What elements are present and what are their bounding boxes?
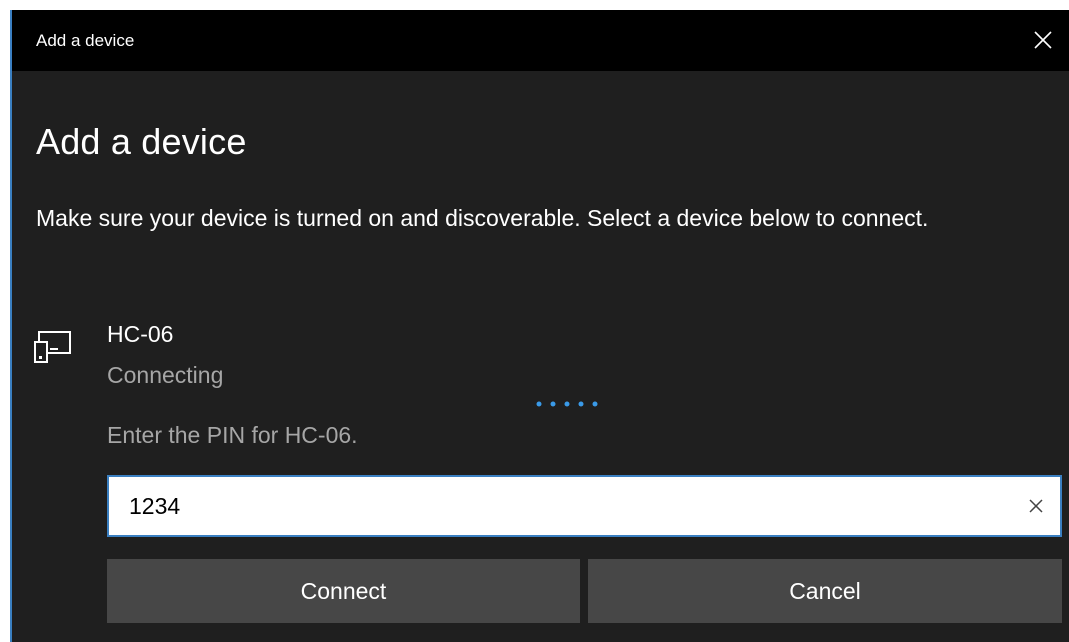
device-name: HC-06 bbox=[107, 321, 174, 347]
instructions-text: Make sure your device is turned on and d… bbox=[36, 205, 929, 231]
connect-button[interactable]: Connect bbox=[107, 559, 580, 623]
close-icon bbox=[1034, 31, 1052, 49]
devices-icon bbox=[34, 330, 74, 369]
device-status: Connecting bbox=[107, 362, 224, 388]
pin-input[interactable] bbox=[129, 477, 989, 535]
clear-icon bbox=[1029, 499, 1043, 513]
pin-prompt: Enter the PIN for HC-06. bbox=[107, 422, 358, 448]
pin-field bbox=[107, 475, 1062, 537]
close-button[interactable] bbox=[1017, 10, 1069, 71]
window-title: Add a device bbox=[36, 31, 135, 50]
add-device-window: Add a device Add a device Make sure your… bbox=[10, 10, 1069, 642]
clear-button[interactable] bbox=[1026, 496, 1046, 516]
page-title: Add a device bbox=[36, 121, 247, 162]
title-bar: Add a device bbox=[12, 10, 1069, 71]
progress-dots bbox=[536, 401, 598, 407]
cancel-button[interactable]: Cancel bbox=[588, 559, 1062, 623]
